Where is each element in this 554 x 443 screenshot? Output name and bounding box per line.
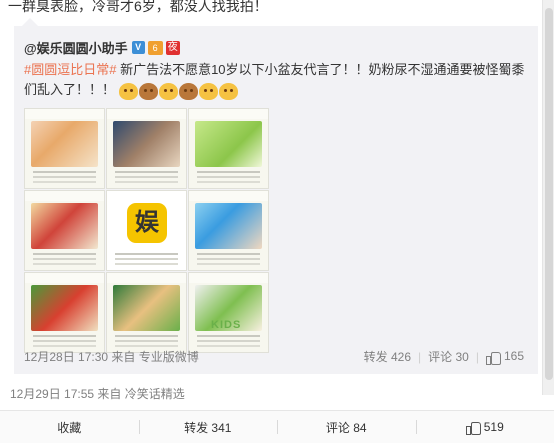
favorite-button[interactable]: 收藏 [0, 411, 139, 443]
cat-emoji-icon [158, 82, 178, 100]
scrollbar[interactable] [542, 0, 554, 395]
ad-image-2[interactable] [106, 108, 187, 189]
repost-meta: 12月28日 17:30 来自 专业版微博 [24, 348, 199, 365]
dog-emoji-icon [138, 82, 158, 100]
repost-author-line: @娱乐圆圆小助手 V 6 夜 [24, 38, 180, 57]
comment-button[interactable]: 评论 84 [277, 411, 416, 443]
repost-caret [22, 18, 38, 26]
cat-emoji-icon [118, 82, 138, 100]
divider: | [475, 349, 479, 364]
ad-image-7[interactable] [24, 272, 105, 353]
scrollbar-thumb[interactable] [545, 8, 553, 380]
like-button[interactable]: 519 [415, 411, 554, 443]
ad-image-5[interactable]: 娱 [106, 190, 187, 271]
cat-emoji-icon [198, 82, 218, 100]
thumbs-up-icon [465, 421, 481, 435]
post-source-link[interactable]: 来自 冷笑话精选 [97, 387, 184, 401]
vip-level-badge-icon[interactable]: 6 [147, 40, 163, 55]
hashtag-link[interactable]: #圆圆逗比日常# [24, 62, 116, 77]
ad-image-1[interactable] [24, 108, 105, 189]
post-timestamp-link[interactable]: 12月29日 17:55 [10, 387, 94, 401]
ad-image-9[interactable]: KIDS [188, 272, 269, 353]
repost-actions: 转发 426 | 评论 30 | 165 [364, 348, 524, 365]
repost-forward-link[interactable]: 转发 426 [364, 348, 411, 365]
thumbs-up-icon [485, 351, 501, 365]
repost-button[interactable]: 转发 341 [138, 411, 278, 443]
post-text: 一群臭表脸，冷哥才6岁，都没人找我拍！ [8, 0, 268, 14]
yule-logo-icon: 娱 [127, 203, 167, 243]
ad-image-6[interactable] [188, 190, 269, 271]
image-grid: 娱 KIDS [24, 108, 269, 353]
post-meta: 12月29日 17:55 来自 冷笑话精选 [10, 385, 185, 402]
ad-image-8[interactable] [106, 272, 187, 353]
reposted-weibo: @娱乐圆圆小助手 V 6 夜 #圆圆逗比日常# 新广告法不愿意10岁以下小盆友代… [14, 26, 538, 374]
repost-author-link[interactable]: @娱乐圆圆小助手 [24, 38, 128, 57]
repost-timestamp-link[interactable]: 12月28日 17:30 [24, 350, 108, 364]
repost-source-link[interactable]: 来自 专业版微博 [111, 350, 198, 364]
ad-image-3[interactable] [188, 108, 269, 189]
post-action-bar: 收藏 转发 341 评论 84 519 [0, 410, 554, 443]
verified-badge-icon[interactable]: V [131, 41, 145, 54]
night-badge-icon[interactable]: 夜 [165, 40, 180, 55]
repost-text: #圆圆逗比日常# 新广告法不愿意10岁以下小盆友代言了！！奶粉尿不湿通通要被怪蜀… [24, 60, 534, 101]
repost-comment-link[interactable]: 评论 30 [428, 348, 469, 365]
repost-like-button[interactable]: 165 [485, 349, 524, 365]
divider: | [418, 349, 422, 364]
emoji-row [118, 81, 239, 101]
cat-emoji-icon [218, 82, 238, 100]
dog-emoji-icon [178, 82, 198, 100]
ad-image-4[interactable] [24, 190, 105, 271]
kids-label: KIDS [211, 319, 242, 331]
